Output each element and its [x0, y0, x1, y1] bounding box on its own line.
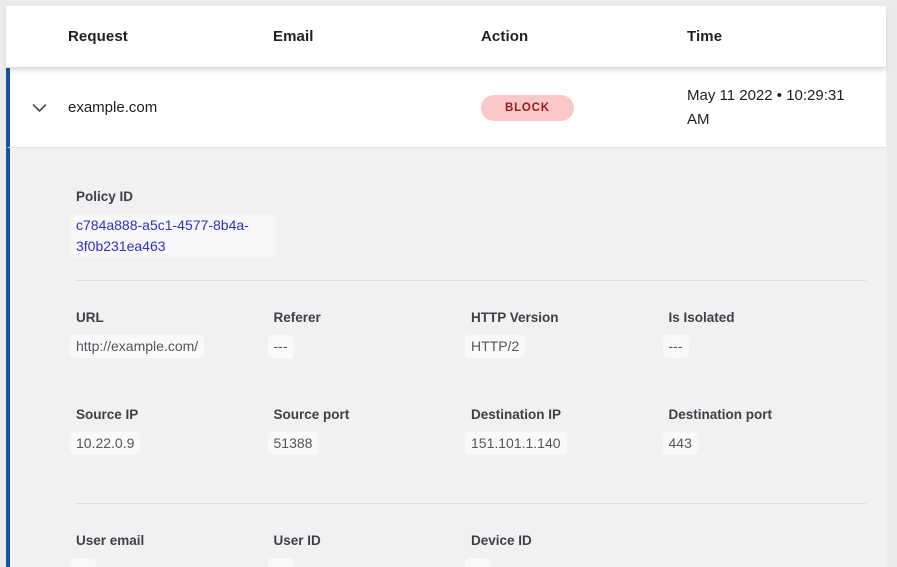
- field-url: URL http://example.com/: [76, 309, 274, 358]
- field-source-ip: Source IP 10.22.0.9: [76, 406, 274, 455]
- field-label: URL: [76, 309, 258, 327]
- field-referer: Referer ---: [274, 309, 472, 358]
- field-source-port: Source port 51388: [274, 406, 472, 455]
- field-http-version: HTTP Version HTTP/2: [471, 309, 669, 358]
- column-header-time: Time: [687, 28, 886, 45]
- row-detail-panel: Policy ID c784a888-a5c1-4577-8b4a-3f0b23…: [6, 148, 886, 567]
- field-value: 443: [669, 432, 851, 455]
- field-value: ---: [669, 335, 851, 358]
- field-user-email: User email ---: [76, 532, 274, 567]
- column-header-request: Request: [68, 28, 273, 45]
- field-label: HTTP Version: [471, 309, 653, 327]
- status-badge: BLOCK: [481, 95, 574, 121]
- chevron-down-icon: [32, 103, 47, 113]
- detail-row-network: Source IP 10.22.0.9 Source port 51388 De…: [76, 406, 866, 455]
- field-value: 10.22.0.9: [76, 432, 258, 455]
- column-header-action: Action: [481, 28, 687, 45]
- action-cell: BLOCK: [481, 95, 687, 121]
- policy-id-link[interactable]: c784a888-a5c1-4577-8b4a-3f0b231ea463: [70, 214, 276, 258]
- field-value: ---: [76, 558, 258, 567]
- field-is-isolated: Is Isolated ---: [669, 309, 867, 358]
- field-label: Source port: [274, 406, 456, 424]
- field-label: Destination port: [669, 406, 851, 424]
- field-destination-port: Destination port 443: [669, 406, 867, 455]
- field-label: Policy ID: [76, 188, 276, 206]
- detail-row-user: User email --- User ID --- Device ID ---: [76, 532, 866, 567]
- time-cell: May 11 2022 • 10:29:31 AM: [687, 84, 886, 132]
- expand-row-toggle[interactable]: [10, 103, 68, 113]
- field-label: User email: [76, 532, 258, 550]
- detail-row-http: URL http://example.com/ Referer --- HTTP…: [76, 309, 866, 358]
- field-value: ---: [274, 335, 456, 358]
- field-label: Referer: [274, 309, 456, 327]
- section-divider: [76, 280, 866, 281]
- field-label: Source IP: [76, 406, 258, 424]
- section-divider: [76, 503, 866, 504]
- field-policy-id: Policy ID c784a888-a5c1-4577-8b4a-3f0b23…: [76, 188, 276, 258]
- field-label: User ID: [274, 532, 456, 550]
- field-user-id: User ID ---: [274, 532, 472, 567]
- field-label: Device ID: [471, 532, 653, 550]
- field-value: ---: [274, 558, 456, 567]
- field-value: ---: [471, 558, 653, 567]
- field-value: 151.101.1.140: [471, 432, 653, 455]
- field-value: http://example.com/: [76, 335, 258, 358]
- field-empty: [669, 532, 867, 567]
- field-value: HTTP/2: [471, 335, 653, 358]
- field-device-id: Device ID ---: [471, 532, 669, 567]
- field-destination-ip: Destination IP 151.101.1.140: [471, 406, 669, 455]
- field-label: Destination IP: [471, 406, 653, 424]
- table-header-row: Request Email Action Time: [6, 6, 886, 68]
- table-row[interactable]: example.com BLOCK May 11 2022 • 10:29:31…: [6, 68, 886, 148]
- request-cell: example.com: [68, 99, 273, 116]
- field-value: 51388: [274, 432, 456, 455]
- column-header-email: Email: [273, 28, 481, 45]
- request-log-table: Request Email Action Time example.com BL…: [6, 6, 886, 567]
- field-label: Is Isolated: [669, 309, 851, 327]
